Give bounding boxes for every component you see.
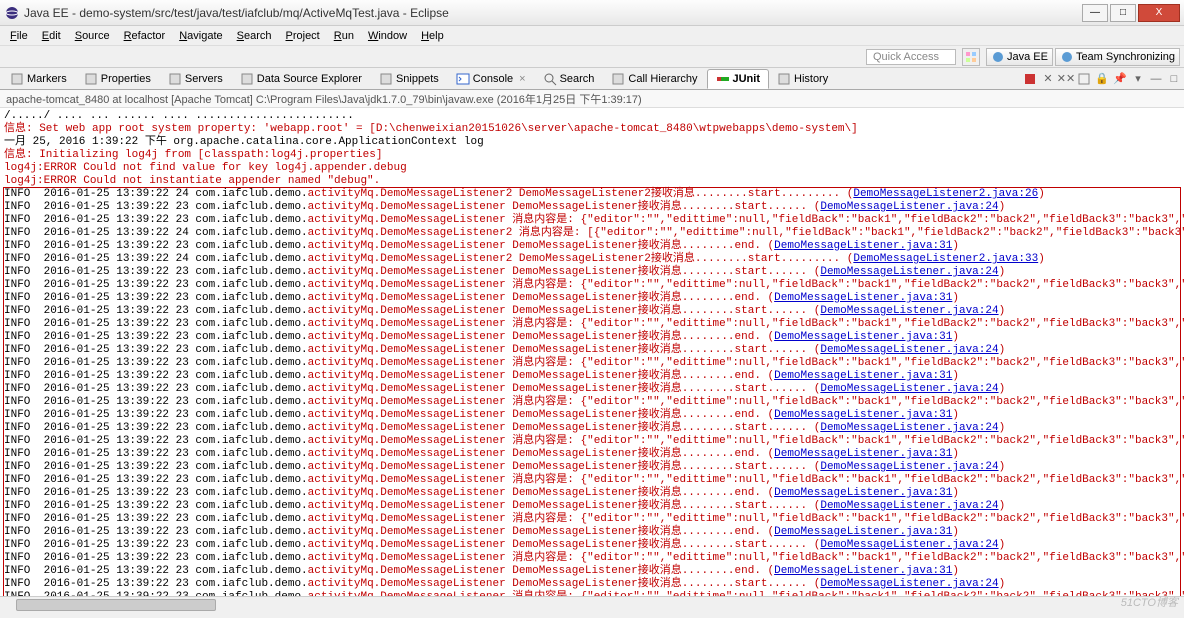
view-tab-junit[interactable]: JUnit <box>707 69 770 89</box>
remove-launch-icon[interactable]: ✕ <box>1040 71 1056 87</box>
console-icon <box>456 72 470 86</box>
source-link[interactable]: DemoMessageListener.java:31 <box>774 370 952 382</box>
menu-project[interactable]: Project <box>280 28 326 44</box>
console-header: apache-tomcat_8480 at localhost [Apache … <box>0 90 1184 108</box>
toolbar: Quick Access Java EE Team Synchronizing <box>0 46 1184 68</box>
markers-icon <box>10 72 24 86</box>
menu-search[interactable]: Search <box>231 28 278 44</box>
source-link[interactable]: DemoMessageListener2.java:33 <box>853 253 1038 265</box>
history-icon <box>777 72 791 86</box>
maximize-view-icon[interactable]: □ <box>1166 71 1182 87</box>
view-tab-snippets[interactable]: Snippets <box>371 70 448 88</box>
open-perspective-button[interactable] <box>962 48 980 66</box>
view-tab-label: Snippets <box>396 73 439 85</box>
call-icon <box>611 72 625 86</box>
source-link[interactable]: DemoMessageListener.java:24 <box>820 578 998 590</box>
minimize-view-icon[interactable]: — <box>1148 71 1164 87</box>
source-link[interactable]: DemoMessageListener2.java:26 <box>853 188 1038 200</box>
maximize-button[interactable]: □ <box>1110 4 1136 22</box>
view-tab-data-source-explorer[interactable]: Data Source Explorer <box>232 70 371 88</box>
view-tab-label: Data Source Explorer <box>257 73 362 85</box>
source-link[interactable]: DemoMessageListener.java:24 <box>820 539 998 551</box>
source-link[interactable]: DemoMessageListener.java:31 <box>774 487 952 499</box>
view-tab-label: Markers <box>27 73 67 85</box>
close-button[interactable]: X <box>1138 4 1180 22</box>
source-link[interactable]: DemoMessageListener.java:31 <box>774 448 952 460</box>
source-link[interactable]: DemoMessageListener.java:24 <box>820 266 998 278</box>
view-tab-label: Search <box>560 73 595 85</box>
view-tab-markers[interactable]: Markers <box>2 70 76 88</box>
properties-icon <box>84 72 98 86</box>
source-link[interactable]: DemoMessageListener.java:31 <box>774 409 952 421</box>
menu-run[interactable]: Run <box>328 28 360 44</box>
minimize-button[interactable]: — <box>1082 4 1108 22</box>
data-icon <box>240 72 254 86</box>
view-tab-label: Console <box>473 73 513 85</box>
perspective-java-ee[interactable]: Java EE <box>986 48 1053 66</box>
source-link[interactable]: DemoMessageListener.java:31 <box>774 331 952 343</box>
horizontal-scrollbar[interactable]: 51CTO博客 <box>0 596 1184 612</box>
source-link[interactable]: DemoMessageListener.java:31 <box>774 565 952 577</box>
scroll-lock-icon[interactable]: 🔒 <box>1094 71 1110 87</box>
sync-icon <box>1060 50 1074 64</box>
menubar: FileEditSourceRefactorNavigateSearchProj… <box>0 26 1184 46</box>
java-ee-icon <box>991 50 1005 64</box>
source-link[interactable]: DemoMessageListener.java:31 <box>774 292 952 304</box>
titlebar: Java EE - demo-system/src/test/java/test… <box>0 0 1184 26</box>
view-tab-label: JUnit <box>733 73 761 85</box>
source-link[interactable]: DemoMessageListener.java:24 <box>820 305 998 317</box>
view-tab-search[interactable]: Search <box>535 70 604 88</box>
menu-refactor[interactable]: Refactor <box>118 28 172 44</box>
menu-source[interactable]: Source <box>69 28 116 44</box>
window-title: Java EE - demo-system/src/test/java/test… <box>24 6 1082 20</box>
terminate-icon[interactable] <box>1022 71 1038 87</box>
source-link[interactable]: DemoMessageListener.java:24 <box>820 422 998 434</box>
view-tabs: Markers Properties Servers Data Source Expl… <box>0 68 1184 90</box>
perspective-sync[interactable]: Team Synchronizing <box>1055 48 1180 66</box>
source-link[interactable]: DemoMessageListener.java:31 <box>774 526 952 538</box>
view-tab-properties[interactable]: Properties <box>76 70 160 88</box>
menu-window[interactable]: Window <box>362 28 413 44</box>
source-link[interactable]: DemoMessageListener.java:24 <box>820 383 998 395</box>
search-icon <box>543 72 557 86</box>
console-output[interactable]: /...../ .... ... ...... .... ...........… <box>0 108 1184 596</box>
view-tab-servers[interactable]: Servers <box>160 70 232 88</box>
junit-icon <box>716 72 730 86</box>
menu-navigate[interactable]: Navigate <box>173 28 228 44</box>
view-tab-label: History <box>794 73 828 85</box>
eclipse-icon <box>4 5 20 21</box>
scrollbar-thumb[interactable] <box>16 599 216 611</box>
pin-console-icon[interactable]: 📌 <box>1112 71 1128 87</box>
source-link[interactable]: DemoMessageListener.java:24 <box>820 461 998 473</box>
source-link[interactable]: DemoMessageListener.java:31 <box>774 240 952 252</box>
source-link[interactable]: DemoMessageListener.java:24 <box>820 500 998 512</box>
view-tab-console[interactable]: Console × <box>448 70 535 88</box>
source-link[interactable]: DemoMessageListener.java:24 <box>820 344 998 356</box>
perspective-label: Team Synchronizing <box>1076 51 1175 63</box>
display-console-icon[interactable]: ▾ <box>1130 71 1146 87</box>
view-tab-label: Properties <box>101 73 151 85</box>
view-tab-label: Servers <box>185 73 223 85</box>
view-tab-history[interactable]: History <box>769 70 837 88</box>
snippets-icon <box>379 72 393 86</box>
perspective-label: Java EE <box>1007 51 1048 63</box>
quick-access-input[interactable]: Quick Access <box>866 49 956 65</box>
clear-console-icon[interactable] <box>1076 71 1092 87</box>
menu-file[interactable]: File <box>4 28 34 44</box>
tab-close-icon[interactable]: × <box>519 73 525 85</box>
watermark: 51CTO博客 <box>1121 594 1178 610</box>
menu-edit[interactable]: Edit <box>36 28 67 44</box>
menu-help[interactable]: Help <box>415 28 450 44</box>
source-link[interactable]: DemoMessageListener.java:24 <box>820 201 998 213</box>
servers-icon <box>168 72 182 86</box>
view-tab-label: Call Hierarchy <box>628 73 697 85</box>
remove-all-icon[interactable]: ✕✕ <box>1058 71 1074 87</box>
view-tab-call-hierarchy[interactable]: Call Hierarchy <box>603 70 706 88</box>
